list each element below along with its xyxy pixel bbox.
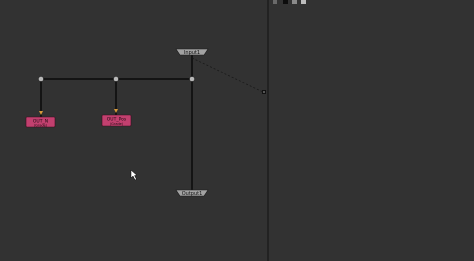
input-arrow-right [114, 109, 118, 113]
dot-left[interactable] [38, 76, 44, 82]
input-arrow-left [39, 111, 43, 115]
mouse-cursor-icon [130, 169, 138, 181]
grade-node-out-pos-sublabel: (Grade) [110, 122, 124, 126]
dot-right[interactable] [189, 76, 195, 82]
tool-icon-4[interactable] [301, 0, 306, 4]
viewer-toolbar [273, 0, 306, 4]
viewer-input-marker[interactable] [262, 90, 266, 94]
grade-node-out-n[interactable]: OUT_N (Grade) [25, 116, 56, 128]
grade-node-out-n-sublabel: (Grade) [34, 124, 48, 128]
output-node-label: Output1 [182, 191, 203, 197]
tool-icon-3[interactable] [292, 0, 297, 4]
dot-middle[interactable] [113, 76, 119, 82]
output-node[interactable]: Output1 [175, 189, 209, 197]
grade-node-out-pos[interactable]: OUT_Pos (Grade) [101, 114, 132, 127]
tool-icon-1[interactable] [273, 0, 277, 4]
viewer-wire [191, 57, 264, 93]
input-node-label: Input1 [184, 50, 200, 56]
tool-icon-2[interactable] [283, 0, 288, 4]
input-node[interactable]: Input1 [175, 48, 209, 56]
node-graph-canvas[interactable]: Input1 Output1 OUT_N (Grade) OUT_Pos (Gr… [0, 0, 474, 261]
